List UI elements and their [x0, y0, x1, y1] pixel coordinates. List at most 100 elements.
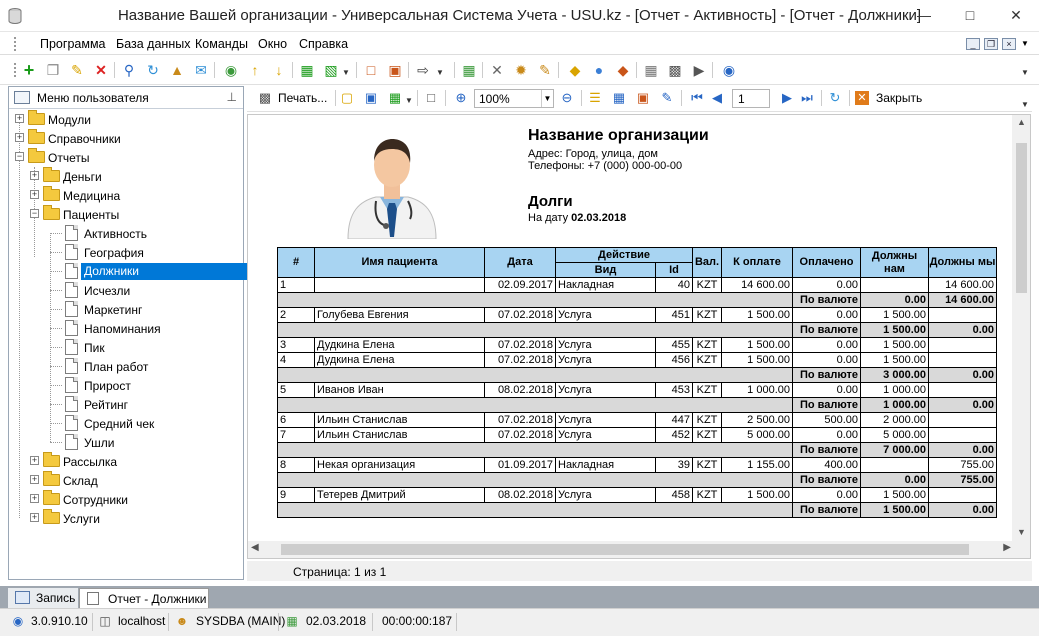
printer-icon[interactable]: ▩	[257, 90, 273, 106]
menu-program[interactable]: Программа	[40, 37, 106, 51]
prev-page-icon[interactable]: ◀	[709, 90, 725, 106]
tree-item-left[interactable]: Ушли	[9, 433, 243, 452]
zoom-dropdown-arrow-icon[interactable]: ▼	[541, 90, 553, 107]
mdi-close-button[interactable]: ×	[1002, 38, 1016, 50]
zoom-select[interactable]: 100% ▼	[474, 89, 554, 108]
tree-item-growth[interactable]: Прирост	[9, 376, 243, 395]
delete-icon[interactable]: ✕	[92, 61, 110, 79]
close-report-icon[interactable]: ✕	[855, 91, 869, 105]
export-icon[interactable]: ▦	[298, 61, 316, 79]
vertical-scroll-thumb[interactable]	[1016, 143, 1027, 293]
menu-database[interactable]: База данных	[116, 37, 190, 51]
scroll-up-arrow-icon[interactable]: ▲	[1013, 117, 1030, 131]
expand-icon[interactable]: +	[30, 494, 39, 503]
open-folder-icon[interactable]: ▢	[339, 90, 355, 106]
tree-item-geography[interactable]: География	[9, 243, 243, 262]
tab-debtors-report[interactable]: Отчет - Должники	[79, 588, 209, 608]
exit-dropdown-arrow-icon[interactable]: ▼	[436, 68, 444, 77]
outline-icon[interactable]: ☰	[587, 90, 603, 106]
tree-item-employees[interactable]: + Сотрудники	[9, 490, 243, 509]
mdi-menu-arrow-icon[interactable]: ▼	[1021, 39, 1029, 48]
minimize-button[interactable]: —	[901, 0, 947, 31]
close-report-button[interactable]: Закрыть	[876, 91, 922, 105]
tree-item-marketing[interactable]: Маркетинг	[9, 300, 243, 319]
menu-commands[interactable]: Команды	[195, 37, 248, 51]
tree-item-debtors[interactable]: Должники	[9, 262, 249, 281]
calendar-icon[interactable]: ▦	[460, 61, 478, 79]
last-page-icon[interactable]: ⏭	[799, 90, 815, 106]
tree-item-mailing[interactable]: + Рассылка	[9, 452, 243, 471]
horizontal-scroll-thumb[interactable]	[281, 544, 969, 555]
expand-icon[interactable]: +	[15, 114, 24, 123]
printer-icon[interactable]: ▩	[666, 61, 684, 79]
exit-icon[interactable]: ⇨	[414, 61, 432, 79]
vertical-scrollbar[interactable]: ▲ ▼	[1013, 115, 1030, 543]
tree-item-disappeared[interactable]: Исчезли	[9, 281, 243, 300]
import-icon[interactable]: ▧	[322, 61, 340, 79]
tree-item-reports[interactable]: − Отчеты	[9, 148, 243, 167]
menu-help[interactable]: Справка	[299, 37, 348, 51]
import-dropdown-arrow-icon[interactable]: ▼	[342, 68, 350, 77]
export-dropdown-arrow-icon[interactable]: ▼	[405, 96, 413, 105]
tree-item-directories[interactable]: + Справочники	[9, 129, 243, 148]
page-setup-icon[interactable]: ▣	[635, 90, 651, 106]
scroll-right-arrow-icon[interactable]: ▶	[1003, 542, 1011, 553]
maximize-button[interactable]: □	[947, 0, 993, 31]
settings-icon[interactable]: ✹	[512, 61, 530, 79]
horizontal-scrollbar[interactable]: ◀ ▶	[248, 541, 1015, 558]
zoom-in-icon[interactable]: ⊕	[453, 90, 469, 106]
tools-icon[interactable]: ✕	[488, 61, 506, 79]
permissions-icon[interactable]: ◆	[614, 61, 632, 79]
page-number-input[interactable]: 1	[732, 89, 770, 108]
refresh-icon[interactable]: ↻	[144, 61, 162, 79]
zoom-out-icon[interactable]: ⊖	[559, 90, 575, 106]
close-window-button[interactable]: ✕	[993, 0, 1039, 31]
collapse-icon[interactable]: −	[30, 209, 39, 218]
preview-icon[interactable]: □	[423, 90, 439, 106]
expand-icon[interactable]: +	[30, 456, 39, 465]
toolbar-overflow-arrow-icon[interactable]: ▼	[1021, 100, 1029, 109]
edit-form-icon[interactable]: ✎	[536, 61, 554, 79]
tree-item-patients[interactable]: − Пациенты	[9, 205, 243, 224]
page-layout-icon[interactable]: ▦	[611, 90, 627, 106]
sort-asc-icon[interactable]: ↑	[246, 61, 264, 79]
tree-item-money[interactable]: + Деньги	[9, 167, 243, 186]
edit-page-icon[interactable]: ✎	[659, 90, 675, 106]
edit-pencil-icon[interactable]: ✎	[68, 61, 86, 79]
tree-item-reminders[interactable]: Напоминания	[9, 319, 243, 338]
tree-item-services[interactable]: + Услуги	[9, 509, 243, 528]
mdi-restore-button[interactable]: ❐	[984, 38, 998, 50]
new-window-icon[interactable]: □	[362, 61, 380, 79]
expand-icon[interactable]: +	[15, 133, 24, 142]
tree-item-medicine[interactable]: + Медицина	[9, 186, 243, 205]
expand-icon[interactable]: +	[30, 190, 39, 199]
tree-item-work-plan[interactable]: План работ	[9, 357, 243, 376]
scroll-down-arrow-icon[interactable]: ▼	[1013, 527, 1030, 541]
tree-item-warehouse[interactable]: + Склад	[9, 471, 243, 490]
open-window-icon[interactable]: ▣	[386, 61, 404, 79]
add-icon[interactable]: +	[20, 61, 38, 79]
print-button[interactable]: Печать...	[278, 91, 327, 105]
save-icon[interactable]: ▣	[363, 90, 379, 106]
mdi-minimize-button[interactable]: _	[966, 38, 980, 50]
next-page-icon[interactable]: ▶	[779, 90, 795, 106]
sort-desc-icon[interactable]: ↓	[270, 61, 288, 79]
copy-icon[interactable]: ❐	[44, 61, 62, 79]
search-icon[interactable]: ⚲	[120, 61, 138, 79]
filter-icon[interactable]: ▲	[168, 61, 186, 79]
tab-record[interactable]: Запись	[8, 588, 78, 608]
tree-item-peak[interactable]: Пик	[9, 338, 243, 357]
binoculars-icon[interactable]: ◉	[222, 61, 240, 79]
refresh-icon[interactable]: ↻	[827, 90, 843, 106]
scroll-left-arrow-icon[interactable]: ◀	[251, 542, 259, 553]
table-icon[interactable]: ▦	[642, 61, 660, 79]
expand-icon[interactable]: +	[30, 475, 39, 484]
expand-icon[interactable]: +	[30, 513, 39, 522]
tree-item-modules[interactable]: + Модули	[9, 110, 243, 129]
comment-icon[interactable]: ✉	[192, 61, 210, 79]
collapse-icon[interactable]: −	[15, 152, 24, 161]
video-icon[interactable]: ▶	[690, 61, 708, 79]
pin-icon[interactable]: ⊥	[227, 90, 237, 104]
toolbar-overflow-arrow-icon[interactable]: ▼	[1021, 68, 1029, 77]
tree-item-average-check[interactable]: Средний чек	[9, 414, 243, 433]
